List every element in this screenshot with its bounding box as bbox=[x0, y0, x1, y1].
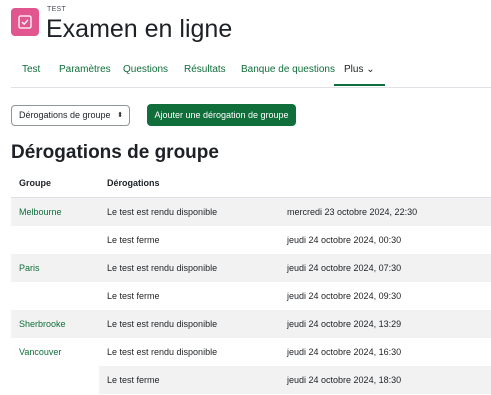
override-setting: Le test ferme bbox=[107, 375, 160, 385]
table-header-row: Groupe Dérogations bbox=[11, 169, 491, 197]
group-link-melbourne[interactable]: Melbourne bbox=[19, 198, 62, 226]
group-link-paris[interactable]: Paris bbox=[19, 254, 40, 282]
section-title: Dérogations de groupe bbox=[11, 142, 219, 163]
column-header-overrides: Dérogations bbox=[107, 178, 160, 188]
override-date: jeudi 24 octobre 2024, 00:30 bbox=[287, 235, 402, 245]
select-caret-icon: ⬍ bbox=[117, 112, 123, 119]
table-row: Le test ferme jeudi 24 octobre 2024, 09:… bbox=[11, 282, 491, 310]
secondary-navigation: Test Paramètres Questions Résultats Banq… bbox=[11, 56, 491, 88]
override-date: jeudi 24 octobre 2024, 07:30 bbox=[287, 263, 402, 273]
override-setting: Le test ferme bbox=[107, 291, 160, 301]
table-row: Le test ferme jeudi 24 octobre 2024, 18:… bbox=[99, 366, 491, 394]
nav-tab-question-bank[interactable]: Banque de questions bbox=[241, 56, 335, 86]
override-setting: Le test est rendu disponible bbox=[107, 263, 218, 273]
override-date: mercredi 23 octobre 2024, 22:30 bbox=[287, 207, 418, 217]
table-row: Melbourne Le test est rendu disponible m… bbox=[11, 198, 491, 226]
override-date: jeudi 24 octobre 2024, 09:30 bbox=[287, 291, 402, 301]
override-setting: Le test ferme bbox=[107, 235, 160, 245]
table-row: Sherbrooke Le test est rendu disponible … bbox=[11, 310, 491, 338]
nav-tab-more[interactable]: Plus ⌄ bbox=[334, 56, 385, 86]
override-date: jeudi 24 octobre 2024, 18:30 bbox=[287, 375, 402, 385]
nav-tab-test[interactable]: Test bbox=[22, 56, 40, 86]
override-type-select-value: Dérogations de groupe bbox=[19, 110, 111, 120]
override-date: jeudi 24 octobre 2024, 13:29 bbox=[287, 319, 402, 329]
override-setting: Le test est rendu disponible bbox=[107, 207, 218, 217]
page-header: TEST Examen en ligne bbox=[11, 6, 481, 44]
column-header-group: Groupe bbox=[19, 178, 52, 188]
quiz-check-icon bbox=[11, 8, 39, 36]
override-type-select[interactable]: Dérogations de groupe ⬍ bbox=[11, 105, 130, 126]
group-link-vancouver[interactable]: Vancouver bbox=[19, 338, 61, 366]
group-link-sherbrooke[interactable]: Sherbrooke bbox=[19, 310, 66, 338]
override-date: jeudi 24 octobre 2024, 16:30 bbox=[287, 347, 402, 357]
override-setting: Le test est rendu disponible bbox=[107, 347, 218, 357]
table-row: Paris Le test est rendu disponible jeudi… bbox=[11, 254, 491, 282]
table-row: Le test ferme jeudi 24 octobre 2024, 00:… bbox=[11, 226, 491, 254]
page-title: Examen en ligne bbox=[46, 15, 233, 43]
override-setting: Le test est rendu disponible bbox=[107, 319, 218, 329]
activity-type-label: TEST bbox=[47, 6, 67, 13]
nav-tab-settings[interactable]: Paramètres bbox=[59, 56, 111, 86]
nav-tab-questions[interactable]: Questions bbox=[123, 56, 168, 86]
nav-divider bbox=[11, 87, 491, 88]
nav-tab-results[interactable]: Résultats bbox=[184, 56, 226, 86]
table-row: Vancouver Le test est rendu disponible j… bbox=[11, 338, 491, 366]
add-group-override-button[interactable]: Ajouter une dérogation de groupe bbox=[147, 104, 296, 126]
